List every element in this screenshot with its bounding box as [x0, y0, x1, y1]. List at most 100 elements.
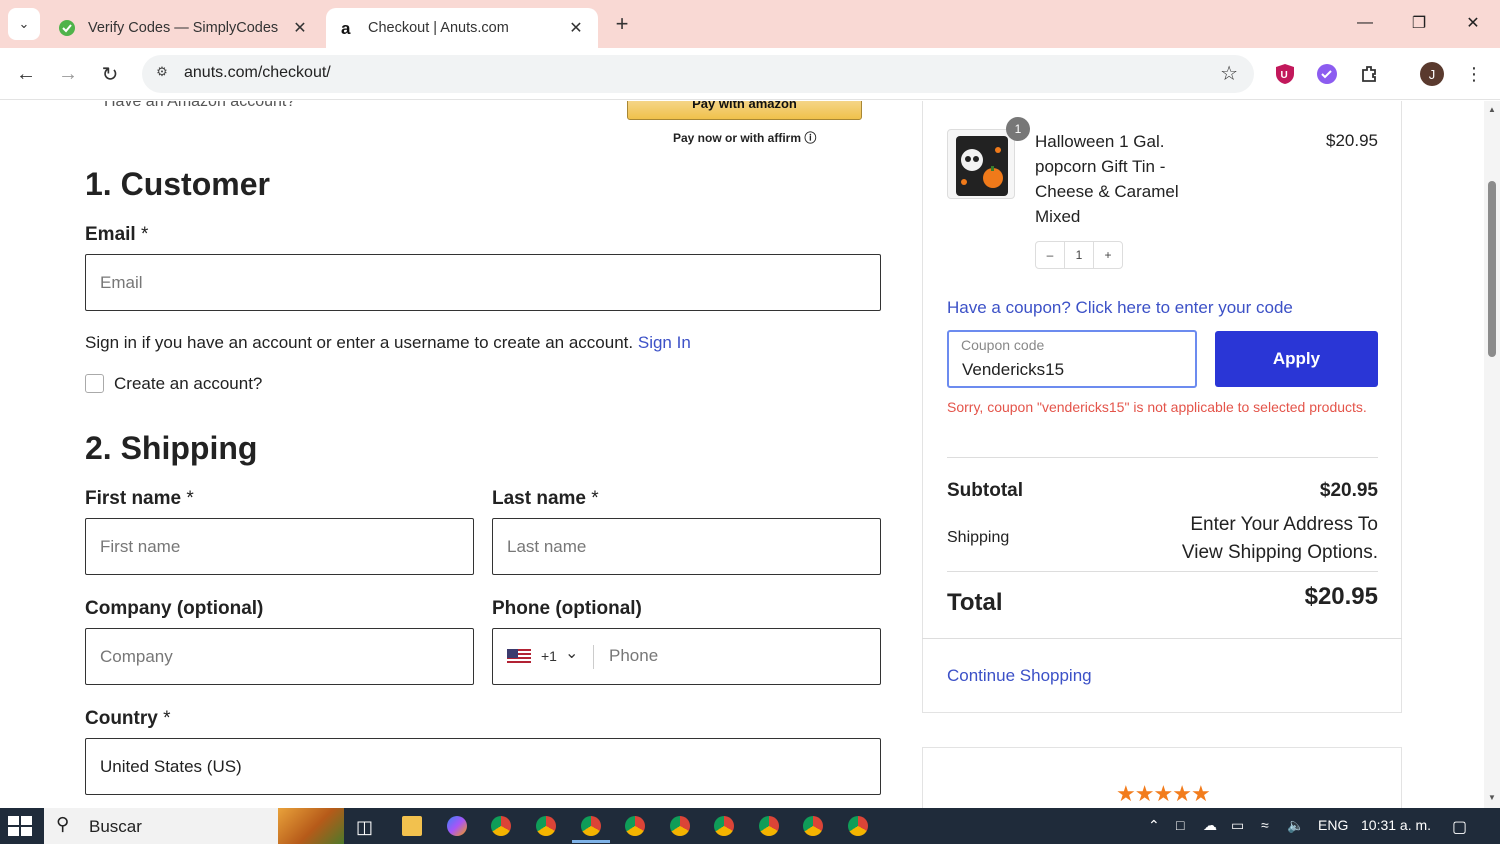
chrome-icon[interactable] [714, 816, 734, 836]
quantity-value[interactable]: 1 [1064, 242, 1094, 268]
battery-icon[interactable]: ▭ [1231, 817, 1244, 834]
simplycodes-extension-icon[interactable] [1315, 62, 1339, 86]
browser-menu-icon[interactable]: ⋮ [1462, 62, 1486, 86]
reload-icon[interactable]: ↻ [96, 60, 124, 88]
back-icon[interactable]: ← [12, 60, 40, 88]
phone-field[interactable]: +1 ⌄ Phone [492, 628, 881, 685]
url-text[interactable]: anuts.com/checkout/ [184, 64, 331, 82]
star-icon: ★ [1134, 781, 1155, 806]
ublock-extension-icon[interactable]: U [1273, 62, 1297, 86]
chevron-down-icon[interactable]: ⌄ [565, 643, 578, 663]
divider [947, 457, 1378, 458]
email-label: Email * [85, 224, 148, 246]
forward-icon[interactable]: → [54, 60, 82, 88]
chrome-icon[interactable] [625, 816, 645, 836]
taskbar-search[interactable]: ⚲ Buscar [44, 808, 344, 844]
browser-toolbar: ← → ↻ ⚙ anuts.com/checkout/ ☆ U J ⋮ [0, 48, 1500, 100]
required-mark: * [591, 488, 599, 509]
site-info-icon[interactable]: ⚙ [152, 64, 172, 84]
phone-placeholder[interactable]: Phone [609, 646, 658, 666]
star-icon: ★ [1153, 781, 1173, 806]
taskbar-search-text: Buscar [89, 817, 142, 836]
chrome-icon[interactable] [759, 816, 779, 836]
new-tab-button[interactable]: + [608, 10, 636, 38]
chrome-icon[interactable] [803, 816, 823, 836]
amazon-pay-button[interactable]: Pay with amazon [627, 101, 862, 120]
quantity-stepper[interactable]: – 1 + [1035, 241, 1123, 269]
email-field[interactable]: Email [85, 254, 881, 311]
wifi-icon[interactable]: ≈ [1261, 817, 1269, 833]
subtotal-label: Subtotal [947, 480, 1023, 501]
us-flag-icon[interactable] [507, 649, 531, 665]
coupon-toggle-link[interactable]: Have a coupon? Click here to enter your … [947, 298, 1293, 318]
tab-close-icon[interactable]: ✕ [566, 18, 586, 38]
scrollbar-thumb[interactable] [1488, 181, 1496, 357]
window-close-icon[interactable]: ✕ [1446, 0, 1500, 46]
last-name-label: Last name * [492, 488, 599, 510]
page-scrollbar[interactable]: ▲ ▼ [1484, 101, 1500, 808]
last-name-field[interactable]: Last name [492, 518, 881, 575]
scroll-down-icon[interactable]: ▼ [1487, 793, 1497, 802]
country-select[interactable]: United States (US) [85, 738, 881, 795]
create-account-checkbox[interactable] [85, 374, 104, 393]
chrome-icon[interactable] [536, 816, 556, 836]
create-account-label[interactable]: Create an account? [114, 374, 262, 394]
required-mark: * [140, 224, 149, 245]
increment-button[interactable]: + [1094, 248, 1122, 262]
shipping-value: Enter Your Address To View Shipping Opti… [1181, 514, 1378, 563]
scroll-up-icon[interactable]: ▲ [1487, 105, 1497, 114]
chrome-icon[interactable] [848, 816, 868, 836]
divider [922, 638, 1402, 639]
phone-label: Phone (optional) [492, 598, 642, 619]
signin-link[interactable]: Sign In [638, 333, 691, 352]
last-name-placeholder: Last name [507, 536, 587, 556]
tab-close-icon[interactable]: ✕ [290, 18, 310, 38]
meet-icon[interactable]: □ [1176, 817, 1184, 833]
required-mark: * [163, 708, 171, 729]
product-name[interactable]: Halloween 1 Gal. popcorn Gift Tin - Chee… [1035, 129, 1215, 229]
phone-country-code[interactable]: +1 [541, 648, 557, 664]
copilot-icon[interactable] [447, 816, 467, 836]
task-view-icon[interactable]: ◫ [356, 817, 373, 838]
address-bar[interactable]: ⚙ anuts.com/checkout/ ☆ [142, 55, 1254, 93]
chrome-icon[interactable] [670, 816, 690, 836]
tab-search-button[interactable]: ⌄ [8, 8, 40, 40]
continue-shopping-link[interactable]: Continue Shopping [947, 666, 1092, 686]
company-field[interactable]: Company [85, 628, 474, 685]
minimize-icon[interactable]: — [1338, 0, 1392, 46]
chevron-up-icon[interactable]: ⌃ [1148, 817, 1160, 834]
info-icon[interactable]: ⓘ [804, 131, 816, 145]
notifications-icon[interactable]: ▢ [1452, 817, 1467, 837]
restore-icon[interactable]: ❐ [1392, 0, 1446, 46]
chevron-down-icon: ⌄ [18, 16, 30, 31]
tab-anuts-checkout[interactable]: a Checkout | Anuts.com ✕ [326, 8, 598, 48]
volume-icon[interactable]: 🔈 [1287, 817, 1304, 834]
windows-taskbar: ⚲ Buscar ◫ ⌃ □ ☁ ▭ ≈ 🔈 ENG 10:31 a. m. ▢ [0, 808, 1500, 844]
product-thumbnail[interactable] [947, 129, 1015, 199]
country-label: Country * [85, 708, 171, 730]
subtotal-value: $20.95 [1319, 480, 1378, 501]
simplycodes-favicon-icon [58, 19, 76, 37]
profile-avatar[interactable]: J [1420, 62, 1444, 86]
chrome-icon[interactable] [581, 816, 601, 836]
bookmark-star-icon[interactable]: ☆ [1220, 61, 1238, 86]
chrome-icon[interactable] [491, 816, 511, 836]
windows-start-icon[interactable] [8, 816, 32, 836]
clock[interactable]: 10:31 a. m. [1361, 817, 1431, 833]
tab-simplycodes[interactable]: Verify Codes — SimplyCodes ✕ [46, 8, 322, 48]
total-value: $20.95 [1304, 583, 1378, 610]
apply-coupon-button[interactable]: Apply [1215, 331, 1378, 387]
coupon-input[interactable]: Coupon code Vendericks15 [947, 330, 1197, 388]
signin-prompt: Sign in if you have an account or enter … [85, 333, 691, 353]
signin-text: Sign in if you have an account or enter … [85, 333, 634, 352]
amazon-prompt: Have an Amazon account? [104, 101, 296, 110]
company-label: Company (optional) [85, 598, 264, 619]
language-indicator[interactable]: ENG [1318, 817, 1348, 833]
cloud-icon[interactable]: ☁ [1203, 817, 1217, 834]
extensions-puzzle-icon[interactable] [1358, 62, 1382, 86]
file-explorer-icon[interactable] [402, 816, 422, 836]
coupon-value[interactable]: Vendericks15 [962, 360, 1064, 380]
first-name-field[interactable]: First name [85, 518, 474, 575]
divider [947, 571, 1378, 572]
decrement-button[interactable]: – [1036, 248, 1064, 262]
